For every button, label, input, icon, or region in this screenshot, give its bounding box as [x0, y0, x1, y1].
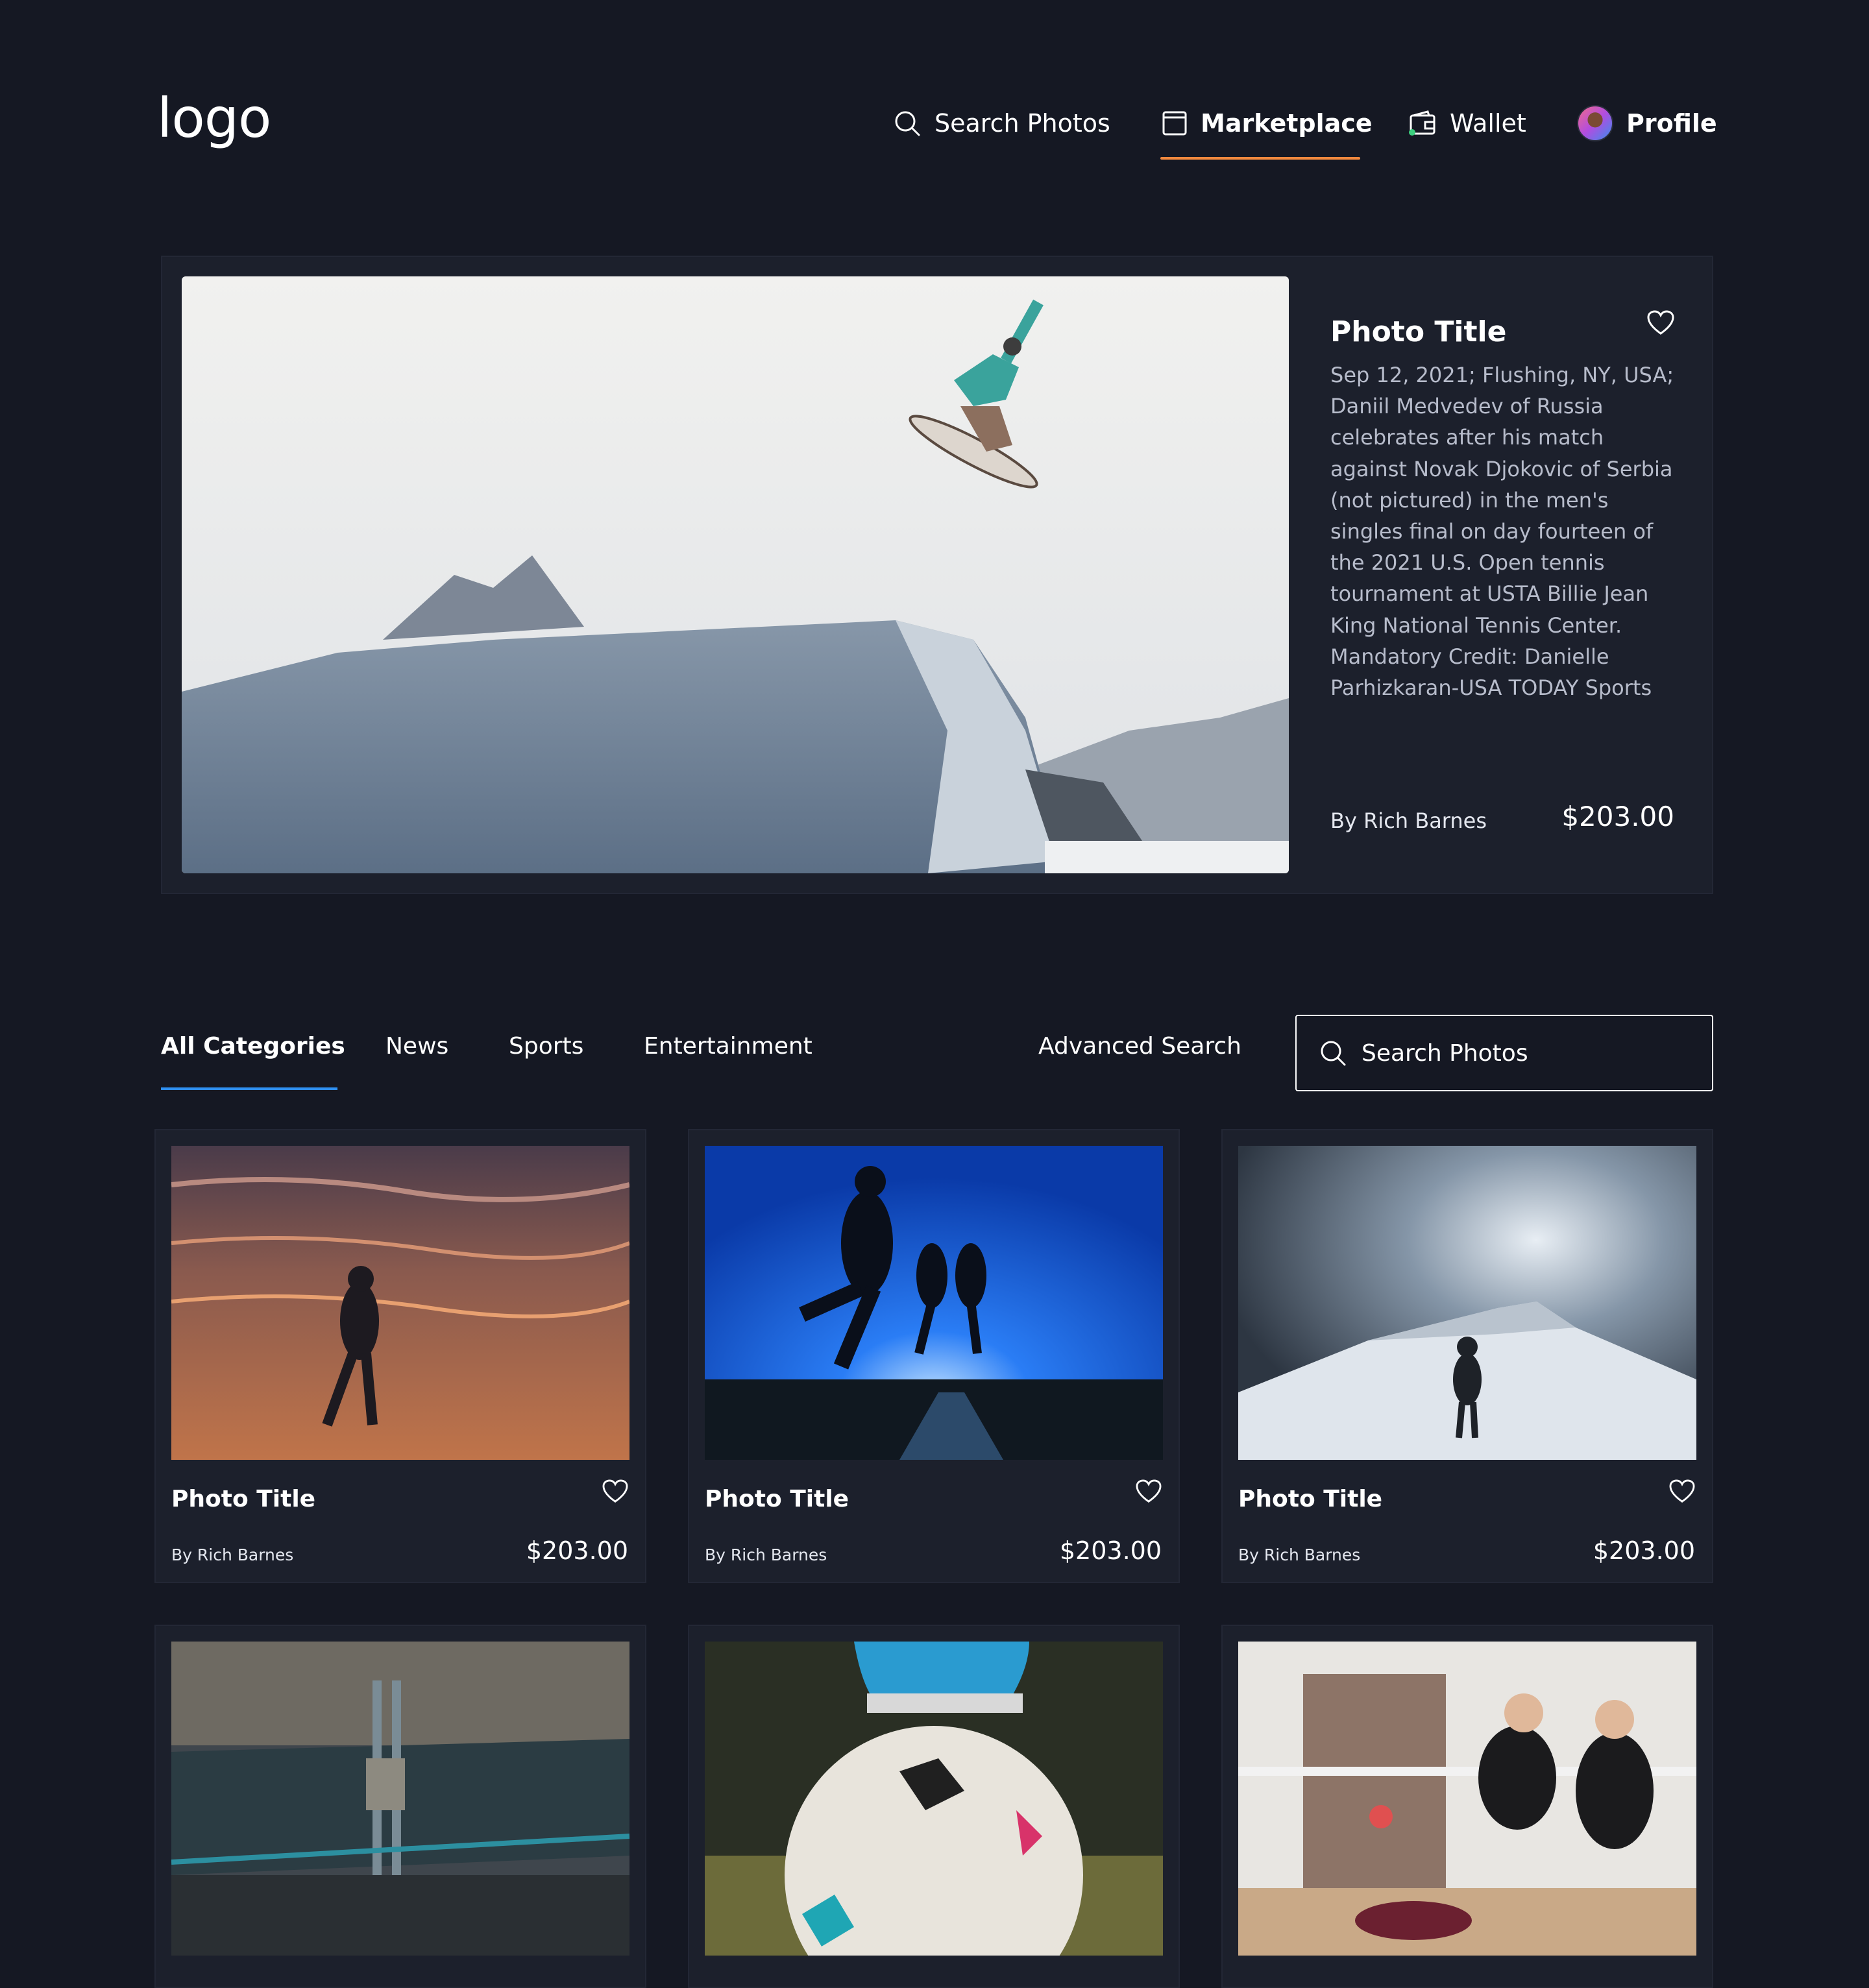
card-photo-image[interactable] [705, 1146, 1163, 1460]
nav-search-label: Search Photos [934, 109, 1110, 138]
card-photo-image[interactable] [171, 1642, 629, 1956]
card-photo-image[interactable] [171, 1146, 629, 1460]
card-price: $203.00 [1593, 1536, 1695, 1565]
nav-marketplace-label: Marketplace [1201, 109, 1373, 138]
featured-photo-price: $203.00 [1561, 801, 1674, 832]
photo-card[interactable]: Photo Title By Rich Barnes $203.00 [688, 1129, 1180, 1583]
card-author[interactable]: By Rich Barnes [1238, 1546, 1360, 1564]
tab-news[interactable]: News [385, 1033, 448, 1060]
heart-icon[interactable] [1136, 1479, 1162, 1507]
wallet-icon [1408, 110, 1437, 136]
nav-profile-label: Profile [1626, 109, 1717, 138]
heart-icon[interactable] [1647, 310, 1674, 339]
avatar [1577, 105, 1613, 141]
card-price: $203.00 [1059, 1536, 1162, 1565]
marketplace-icon [1162, 110, 1188, 136]
search-icon [1319, 1039, 1347, 1067]
heart-icon[interactable] [1669, 1479, 1695, 1507]
nav-wallet-label: Wallet [1450, 109, 1526, 138]
featured-photo-card[interactable]: Photo Title Sep 12, 2021; Flushing, NY, … [161, 256, 1713, 894]
photo-card[interactable] [154, 1625, 646, 1988]
logo[interactable]: logo [157, 79, 271, 157]
photo-card[interactable]: Photo Title By Rich Barnes $203.00 [154, 1129, 646, 1583]
photo-card[interactable] [1221, 1625, 1713, 1988]
featured-photo-description: Sep 12, 2021; Flushing, NY, USA; Daniil … [1330, 363, 1674, 701]
tab-entertainment[interactable]: Entertainment [644, 1033, 812, 1060]
featured-photo-image[interactable] [182, 276, 1289, 873]
nav-profile[interactable]: Profile [1577, 97, 1717, 149]
tab-active-indicator [161, 1087, 337, 1090]
heart-icon[interactable] [602, 1479, 628, 1507]
photo-card[interactable]: Photo Title By Rich Barnes $203.00 [1221, 1129, 1713, 1583]
advanced-search-link[interactable]: Advanced Search [1038, 1033, 1241, 1060]
tab-sports[interactable]: Sports [509, 1033, 583, 1060]
nav-marketplace[interactable]: Marketplace [1162, 97, 1373, 149]
nav-wallet[interactable]: Wallet [1408, 97, 1526, 149]
card-photo-image[interactable] [705, 1642, 1163, 1956]
card-title: Photo Title [1238, 1486, 1383, 1512]
photo-card[interactable] [688, 1625, 1180, 1988]
card-title: Photo Title [171, 1486, 316, 1512]
card-photo-image[interactable] [1238, 1146, 1696, 1460]
search-input[interactable] [1360, 1039, 1698, 1067]
featured-photo-title: Photo Title [1330, 315, 1507, 348]
featured-photo-info: Photo Title Sep 12, 2021; Flushing, NY, … [1330, 302, 1681, 854]
card-photo-image[interactable] [1238, 1642, 1696, 1956]
tab-all-categories[interactable]: All Categories [161, 1033, 345, 1060]
top-navigation-bar: logo Search Photos Marketplace Wallet Pr… [0, 0, 1869, 208]
nav-active-indicator [1160, 157, 1360, 160]
card-price: $203.00 [526, 1536, 628, 1565]
card-title: Photo Title [705, 1486, 849, 1512]
card-author[interactable]: By Rich Barnes [705, 1546, 827, 1564]
search-icon [893, 109, 922, 138]
nav-search-photos[interactable]: Search Photos [893, 97, 1110, 149]
card-author[interactable]: By Rich Barnes [171, 1546, 293, 1564]
featured-photo-author[interactable]: By Rich Barnes [1330, 808, 1487, 833]
search-box[interactable] [1295, 1015, 1713, 1091]
